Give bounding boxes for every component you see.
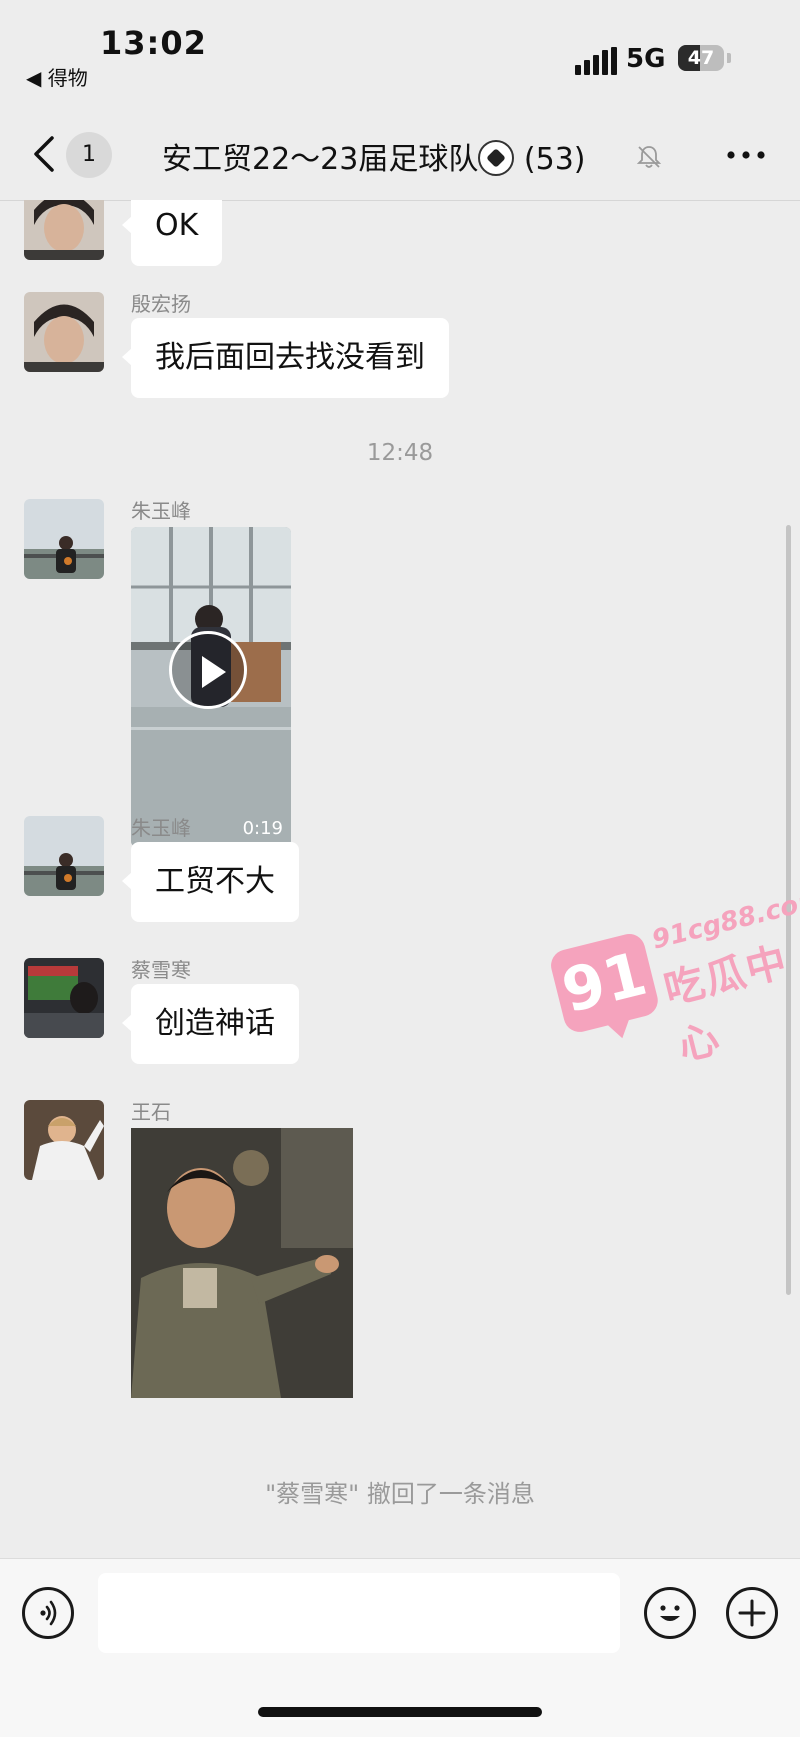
message-input[interactable] [98, 1573, 620, 1653]
group-name: 安工贸22～23届足球队 [162, 142, 479, 177]
back-chevron-icon[interactable] [30, 132, 58, 176]
sender-name: 蔡雪寒 [131, 958, 191, 982]
signal-icon [575, 47, 617, 75]
battery-icon: 47 [678, 45, 724, 71]
chat-header: 1 安工贸22～23届足球队 (53) [0, 110, 800, 201]
avatar[interactable] [24, 499, 104, 579]
video-duration: 0:19 [242, 818, 283, 839]
message-bubble[interactable]: OK [121, 200, 223, 266]
recall-notice: "蔡雪寒" 撤回了一条消息 [265, 1480, 535, 1508]
avatar-image [24, 292, 104, 372]
sender-name: 朱玉峰 [131, 816, 191, 840]
watermark-badge: 91 [547, 930, 662, 1036]
image-thumbnail [131, 1128, 353, 1398]
mute-bell-icon [636, 146, 662, 168]
voice-icon [40, 1600, 57, 1626]
battery-level-text: 47 [687, 47, 715, 69]
chat-title: 安工贸22～23届足球队 (53) [162, 134, 586, 178]
avatar-image [24, 200, 104, 260]
network-type: 5G [626, 44, 666, 74]
play-icon[interactable] [169, 631, 247, 709]
avatar-image [24, 958, 104, 1038]
image-message[interactable] [131, 1128, 353, 1398]
avatar[interactable] [24, 958, 104, 1038]
time-separator: 12:48 [366, 440, 434, 466]
avatar-image [24, 816, 104, 896]
sender-name: 朱玉峰 [131, 499, 191, 523]
status-time: 13:02 [100, 24, 207, 62]
soccer-ball-icon [478, 140, 515, 176]
home-indicator[interactable] [258, 1707, 542, 1717]
avatar-image [24, 1100, 104, 1180]
sender-name: 王石 [131, 1100, 171, 1124]
avatar[interactable] [24, 292, 104, 372]
emoji-button[interactable] [644, 1587, 696, 1639]
battery-cap [727, 53, 731, 63]
emoji-icon [660, 1605, 680, 1621]
plus-button[interactable] [726, 1587, 778, 1639]
message-bubble[interactable]: 我后面回去找没看到 [122, 318, 449, 398]
voice-button[interactable] [22, 1587, 74, 1639]
avatar[interactable] [24, 816, 104, 896]
video-message[interactable]: 0:19 [131, 527, 291, 847]
input-bar [0, 1558, 800, 1737]
plus-icon [738, 1599, 766, 1627]
status-bar: 13:02 ◀ 得物 5G 47 [0, 0, 800, 110]
avatar[interactable] [24, 200, 104, 260]
back-to-app-link[interactable]: ◀ 得物 [26, 62, 88, 91]
member-count: (53) [523, 142, 586, 177]
more-icon[interactable] [726, 150, 766, 160]
sender-name: 殷宏扬 [131, 292, 191, 316]
avatar[interactable] [24, 1100, 104, 1180]
avatar-image [24, 499, 104, 579]
message-bubble[interactable]: 创造神话 [122, 984, 299, 1064]
message-bubble[interactable]: 工贸不大 [122, 842, 299, 922]
unread-count-badge[interactable]: 1 [66, 132, 112, 178]
